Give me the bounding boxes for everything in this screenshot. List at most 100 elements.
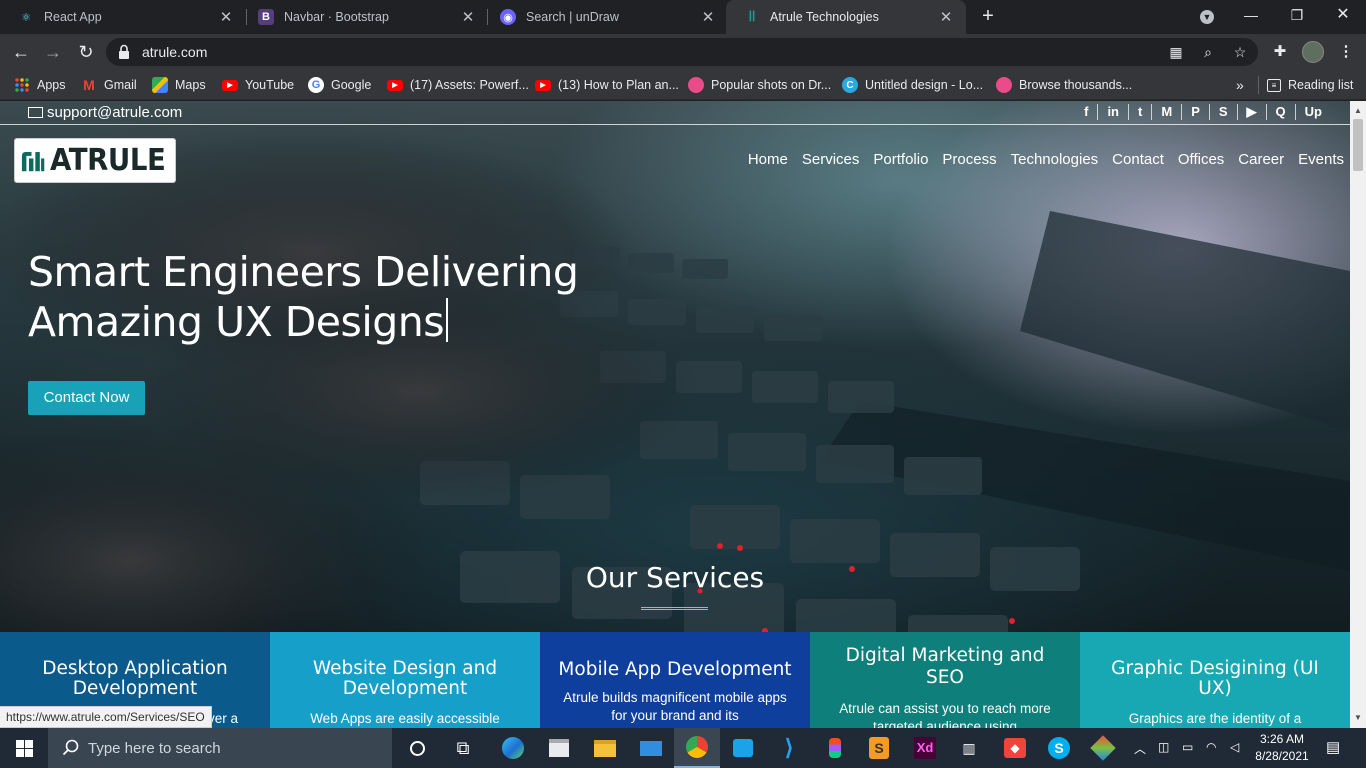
store-icon[interactable] xyxy=(536,728,582,768)
maps-icon xyxy=(152,77,168,93)
tab-react-app[interactable]: ⚛ React App ✕ xyxy=(0,0,246,34)
bookmarks-bar: Apps M Gmail Maps ▶ YouTube G Google ▶ (… xyxy=(0,70,1366,100)
atrule-logo[interactable]: ATRULE xyxy=(14,138,176,183)
service-title: Graphic Desigining (UI UX) xyxy=(1111,658,1319,699)
snip-sketch-icon[interactable] xyxy=(720,728,766,768)
vscode-icon[interactable]: ⟩ xyxy=(766,728,812,768)
upwork-icon[interactable]: Up xyxy=(1296,104,1322,120)
nav-offices[interactable]: Offices xyxy=(1178,151,1224,168)
bookmark-youtube[interactable]: ▶ YouTube xyxy=(222,76,294,94)
tab-title: React App xyxy=(44,10,102,24)
file-explorer-icon[interactable] xyxy=(582,728,628,768)
edge-icon[interactable] xyxy=(490,728,536,768)
reading-list-button[interactable]: ≡ Reading list xyxy=(1258,76,1353,94)
adobe-xd-icon[interactable]: Xd xyxy=(902,728,948,768)
tray-chevron-up-icon[interactable]: ︿ xyxy=(1134,740,1146,757)
play-icon[interactable]: ▶ xyxy=(1238,104,1267,120)
close-tab-icon[interactable]: ✕ xyxy=(700,8,716,26)
support-email-link[interactable]: support@atrule.com xyxy=(28,104,182,121)
service-card-website[interactable]: Website Design and Development Web Apps … xyxy=(270,632,540,728)
install-app-icon[interactable]: ▦ xyxy=(1168,44,1184,60)
sourcetree-icon[interactable] xyxy=(1080,728,1126,768)
google-icon: G xyxy=(308,77,324,93)
forward-button[interactable]: → xyxy=(41,40,65,64)
chrome-icon[interactable] xyxy=(674,728,720,768)
scrollbar-thumb[interactable] xyxy=(1353,119,1363,171)
service-card-mobile[interactable]: Mobile App Development Atrule builds mag… xyxy=(540,632,810,728)
bookmark-star-icon[interactable]: ☆ xyxy=(1232,44,1248,60)
new-tab-button[interactable]: + xyxy=(978,6,998,26)
bookmark-dribbble-popular[interactable]: Popular shots on Dr... xyxy=(688,76,831,94)
task-view-icon[interactable]: ⧉ xyxy=(440,728,486,768)
youtube-icon: ▶ xyxy=(535,79,551,91)
nav-home[interactable]: Home xyxy=(748,151,788,168)
linkedin-icon[interactable]: in xyxy=(1098,104,1129,120)
system-clock[interactable]: 3:26 AM 8/28/2021 xyxy=(1252,731,1312,765)
skype-icon[interactable]: S xyxy=(1036,728,1082,768)
tab-atrule[interactable]: ꟾꟾ Atrule Technologies ✕ xyxy=(726,0,966,34)
minimize-button[interactable]: — xyxy=(1228,0,1274,30)
bookmark-browse-thousands[interactable]: Browse thousands... xyxy=(996,76,1132,94)
pinterest-icon[interactable]: P xyxy=(1182,104,1210,120)
scroll-down-arrow-icon[interactable]: ▼ xyxy=(1350,710,1366,726)
close-tab-icon[interactable]: ✕ xyxy=(460,8,476,26)
react-icon: ⚛ xyxy=(21,11,31,24)
nav-services[interactable]: Services xyxy=(802,151,860,168)
volume-icon[interactable]: ◁ xyxy=(1230,740,1239,754)
taskbar-search-box[interactable]: Type here to search xyxy=(48,728,392,768)
nav-portfolio[interactable]: Portfolio xyxy=(873,151,928,168)
quora-icon[interactable]: Q xyxy=(1267,104,1296,120)
figma-icon[interactable] xyxy=(812,728,858,768)
scroll-up-arrow-icon[interactable]: ▲ xyxy=(1350,103,1366,119)
mail-icon[interactable] xyxy=(628,728,674,768)
service-card-graphic[interactable]: Graphic Desigining (UI UX) Graphics are … xyxy=(1080,632,1350,728)
bookmark-label: Popular shots on Dr... xyxy=(711,78,832,92)
battery-icon[interactable]: ▭ xyxy=(1182,740,1193,754)
bookmark-google[interactable]: G Google xyxy=(308,76,371,94)
sublime-icon[interactable]: S xyxy=(856,728,902,768)
cortana-icon[interactable] xyxy=(394,728,440,768)
social-links: f in t M P S ▶ Q Up xyxy=(1075,104,1322,120)
gmail-icon: M xyxy=(83,77,95,93)
contact-now-button[interactable]: Contact Now xyxy=(28,381,145,415)
tab-navbar-bootstrap[interactable]: B Navbar · Bootstrap ✕ xyxy=(240,0,488,34)
bookmark-how-to-plan[interactable]: ▶ (13) How to Plan an... xyxy=(535,76,679,94)
service-card-marketing[interactable]: Digital Marketing and SEO Atrule can ass… xyxy=(810,632,1080,728)
restore-button[interactable]: ❐ xyxy=(1274,0,1320,30)
extensions-puzzle-icon[interactable]: ✚ xyxy=(1270,42,1290,62)
nav-technologies[interactable]: Technologies xyxy=(1011,151,1099,168)
reload-button[interactable]: ↻ xyxy=(74,40,98,64)
notifications-icon[interactable]: ▤ xyxy=(1326,738,1340,756)
address-bar[interactable]: atrule.com ▦ ⌕ ☆ xyxy=(106,38,1258,66)
menu-kebab-icon[interactable]: ⋮ xyxy=(1336,42,1356,62)
tab-search-button[interactable]: ▼ xyxy=(1184,0,1230,30)
page-scrollbar[interactable]: ▲ ▼ xyxy=(1350,101,1366,728)
nav-contact[interactable]: Contact xyxy=(1112,151,1164,168)
tray-meet-icon[interactable]: ◫ xyxy=(1158,740,1169,754)
more-bookmarks-button[interactable]: » xyxy=(1236,76,1244,94)
tab-undraw[interactable]: ◉ Search | unDraw ✕ xyxy=(482,0,728,34)
close-window-button[interactable]: ✕ xyxy=(1320,0,1366,30)
reading-list-label: Reading list xyxy=(1288,78,1354,92)
start-button[interactable] xyxy=(0,728,48,768)
nav-process[interactable]: Process xyxy=(942,151,996,168)
bookmark-apps[interactable]: Apps xyxy=(14,76,66,94)
terminal-icon[interactable]: ▥ xyxy=(946,728,992,768)
back-button[interactable]: ← xyxy=(9,40,33,64)
close-tab-icon[interactable]: ✕ xyxy=(218,8,234,26)
close-tab-icon[interactable]: ✕ xyxy=(938,8,954,26)
bookmark-gmail[interactable]: M Gmail xyxy=(81,76,137,94)
tumblr-icon[interactable]: t xyxy=(1129,104,1153,120)
medium-icon[interactable]: M xyxy=(1152,104,1183,120)
facebook-icon[interactable]: f xyxy=(1075,104,1099,120)
nav-events[interactable]: Events xyxy=(1298,151,1344,168)
wifi-icon[interactable]: ◠ xyxy=(1206,740,1216,754)
bookmark-canva[interactable]: C Untitled design - Lo... xyxy=(842,76,983,94)
anydesk-icon[interactable]: ◆ xyxy=(992,728,1038,768)
nav-career[interactable]: Career xyxy=(1238,151,1284,168)
profile-avatar[interactable] xyxy=(1302,41,1324,63)
zoom-icon[interactable]: ⌕ xyxy=(1200,44,1216,60)
bookmark-maps[interactable]: Maps xyxy=(152,76,206,94)
bookmark-assets[interactable]: ▶ (17) Assets: Powerf... xyxy=(387,76,529,94)
spotify-icon[interactable]: S xyxy=(1210,104,1238,120)
